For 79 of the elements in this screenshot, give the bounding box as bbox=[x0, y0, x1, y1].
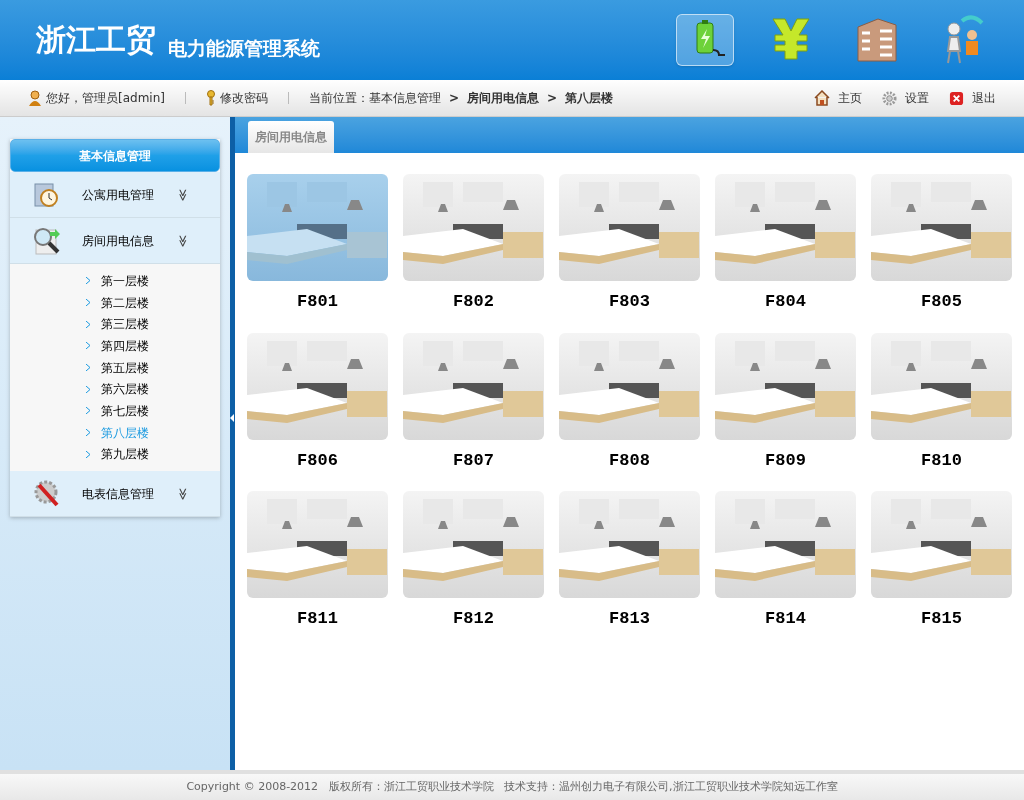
wrench-gear-icon bbox=[33, 478, 61, 509]
home-link[interactable]: 主页 bbox=[814, 89, 862, 107]
home-icon bbox=[814, 90, 830, 106]
room-label: F807 bbox=[453, 449, 494, 472]
key-icon bbox=[205, 90, 216, 106]
chevron-right-icon bbox=[86, 450, 90, 458]
exit-link[interactable]: 退出 bbox=[949, 89, 996, 107]
sidebar-group-header[interactable]: 公寓用电管理 ≫ bbox=[10, 172, 220, 218]
chevron-right-icon bbox=[86, 407, 90, 415]
chevron-right-icon bbox=[86, 385, 90, 393]
floor-link[interactable]: 第七层楼 bbox=[86, 400, 220, 422]
sidebar-title: 基本信息管理 bbox=[10, 139, 220, 172]
floor-link[interactable]: 第六层楼 bbox=[86, 378, 220, 401]
user-icon bbox=[28, 90, 42, 106]
room-photo-placeholder[interactable] bbox=[715, 332, 856, 440]
floor-link[interactable]: 第九层楼 bbox=[86, 443, 220, 466]
breadcrumb-current[interactable]: 第八层楼 bbox=[565, 89, 614, 107]
room-photo-placeholder[interactable] bbox=[403, 174, 544, 281]
building-icon bbox=[854, 17, 900, 63]
chevron-right-icon bbox=[86, 342, 90, 350]
change-password-link[interactable]: 修改密码 bbox=[205, 89, 268, 107]
room-label: F815 bbox=[921, 608, 962, 630]
room-photo-placeholder[interactable] bbox=[403, 332, 544, 440]
chevron-icon: ≫ bbox=[174, 234, 193, 247]
chevron-right-icon bbox=[86, 277, 90, 285]
chevron-right-icon bbox=[86, 429, 90, 437]
collapse-arrow-icon[interactable] bbox=[230, 414, 234, 422]
room-photo-placeholder[interactable] bbox=[871, 174, 1012, 281]
room-label: F808 bbox=[609, 449, 650, 472]
room-photo-placeholder[interactable] bbox=[871, 491, 1012, 598]
room-label: F814 bbox=[765, 608, 806, 630]
sidebar-group-header[interactable]: 电表信息管理 ≫ bbox=[10, 471, 220, 518]
greeting-text: 您好，管理员[admin] bbox=[46, 90, 165, 107]
floor-link[interactable]: 第二层楼 bbox=[86, 291, 220, 314]
room-photo-placeholder[interactable] bbox=[715, 491, 856, 598]
room-photo-placeholder[interactable] bbox=[403, 491, 544, 598]
room-photo-placeholder[interactable] bbox=[871, 332, 1012, 440]
room-photo-placeholder[interactable] bbox=[715, 174, 856, 281]
room-label: F802 bbox=[453, 291, 494, 313]
magnifier-icon bbox=[32, 225, 62, 256]
chevron-right-icon bbox=[86, 320, 90, 328]
room-label: F805 bbox=[921, 291, 962, 313]
logo-text: 浙江工贸 bbox=[35, 22, 157, 58]
room-photo-placeholder[interactable] bbox=[559, 174, 700, 281]
breadcrumb-separator: > bbox=[448, 90, 460, 107]
close-icon bbox=[949, 90, 964, 106]
breadcrumb-separator: > bbox=[547, 90, 558, 107]
room-label: F806 bbox=[297, 449, 338, 472]
floor-link[interactable]: 第四层楼 bbox=[86, 335, 220, 357]
chevron-right-icon bbox=[86, 299, 90, 307]
room-label: F804 bbox=[765, 291, 806, 313]
room-label: F811 bbox=[297, 608, 338, 630]
chevron-icon: ≫ bbox=[174, 188, 193, 201]
breadcrumb-current[interactable]: 房间用电信息 bbox=[467, 89, 540, 107]
room-label: F810 bbox=[921, 449, 962, 472]
room-photo-placeholder[interactable] bbox=[247, 332, 388, 440]
chevron-right-icon bbox=[86, 364, 90, 372]
sidebar-group-header[interactable]: 房间用电信息 ≫ bbox=[10, 218, 220, 264]
room-photo-placeholder[interactable] bbox=[559, 332, 700, 440]
settings-icon bbox=[882, 90, 897, 106]
floor-link[interactable]: 第一层楼 bbox=[86, 270, 220, 292]
room-label: F813 bbox=[609, 608, 650, 630]
chevron-icon: ≫ bbox=[174, 487, 193, 500]
room-label: F809 bbox=[765, 449, 806, 472]
yen-icon bbox=[771, 17, 811, 63]
system-title: 电力能源管理系统 bbox=[168, 39, 320, 58]
room-photo-placeholder[interactable] bbox=[247, 491, 388, 598]
floor-link[interactable]: 第五层楼 bbox=[86, 356, 220, 379]
battery-tool-button[interactable] bbox=[676, 14, 734, 66]
room-label: F801 bbox=[297, 291, 338, 313]
room-label: F803 bbox=[609, 291, 650, 313]
room-photo-placeholder[interactable] bbox=[247, 174, 388, 281]
settings-link[interactable]: 设置 bbox=[882, 89, 929, 107]
footer-text: Copyright © 2008-2012 版权所有：浙江工贸职业技术学院 技术支持：温州创力电子有限公司,浙江工贸职业技术学院知远工作室 bbox=[0, 770, 1024, 800]
floor-link[interactable]: 第三层楼 bbox=[86, 313, 220, 336]
room-photo-placeholder[interactable] bbox=[559, 491, 700, 598]
folder-clock-icon bbox=[33, 180, 61, 209]
room-label: F812 bbox=[453, 608, 494, 630]
breadcrumb-link[interactable]: 当前位置：基本信息管理 bbox=[308, 89, 441, 107]
